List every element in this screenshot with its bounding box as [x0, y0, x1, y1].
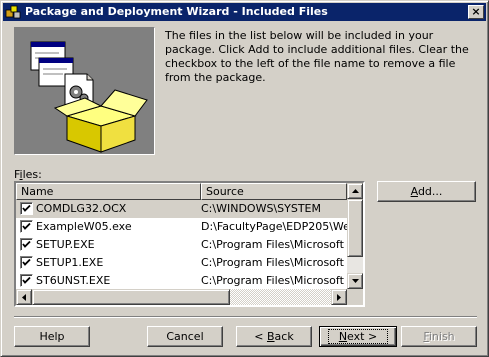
help-button[interactable]: Help: [14, 326, 90, 347]
back-button-label: < Back: [254, 330, 294, 343]
button-separator: [14, 316, 477, 318]
table-row[interactable]: SETUP.EXE C:\Program Files\Microsoft Visu: [16, 236, 347, 254]
scroll-up-button[interactable]: [347, 183, 363, 199]
arrow-left-icon: [22, 294, 26, 301]
close-button[interactable]: ×: [468, 5, 484, 19]
file-source: D:\FacultyPage\EDP205\Week: [201, 220, 347, 233]
file-checkbox[interactable]: [20, 220, 33, 233]
checkmark-icon: [22, 240, 31, 248]
file-source: C:\Program Files\Microsoft Visu: [201, 238, 347, 251]
checkmark-icon: [22, 276, 31, 284]
cancel-button[interactable]: Cancel: [147, 326, 223, 347]
table-row[interactable]: ST6UNST.EXE C:\Program Files\Microsoft Vi…: [16, 272, 347, 290]
scroll-left-button[interactable]: [16, 289, 32, 305]
next-button-label: Next >: [327, 329, 389, 344]
file-checkbox[interactable]: [20, 202, 33, 215]
vertical-scrollbar[interactable]: [347, 183, 363, 289]
close-icon: ×: [471, 5, 481, 18]
arrow-right-icon: [337, 294, 341, 301]
file-checkbox[interactable]: [20, 274, 33, 287]
file-checkbox[interactable]: [20, 256, 33, 269]
files-label: Files:: [14, 168, 42, 181]
scroll-right-button[interactable]: [331, 289, 347, 305]
column-header-name[interactable]: Name: [16, 183, 201, 200]
horizontal-scroll-thumb[interactable]: [32, 289, 230, 305]
wizard-illustration: [14, 27, 155, 155]
file-name: ST6UNST.EXE: [36, 274, 111, 287]
checkmark-icon: [22, 222, 31, 230]
file-name: ExampleW05.exe: [36, 220, 132, 233]
table-row[interactable]: SETUP1.EXE C:\Program Files\Microsoft Vis…: [16, 254, 347, 272]
scrollbar-corner: [347, 289, 363, 305]
add-button[interactable]: Add...: [377, 181, 476, 202]
file-name: SETUP.EXE: [36, 238, 95, 251]
scroll-down-button[interactable]: [347, 273, 363, 289]
finish-button-label: Finish: [423, 330, 455, 343]
file-name: SETUP1.EXE: [36, 256, 104, 269]
checkmark-icon: [22, 204, 31, 212]
files-box-illustration: [30, 41, 148, 153]
arrow-up-icon: [352, 189, 359, 193]
table-row[interactable]: ExampleW05.exe D:\FacultyPage\EDP205\Week: [16, 218, 347, 236]
window-title: Package and Deployment Wizard - Included…: [25, 5, 328, 18]
horizontal-scrollbar[interactable]: [16, 289, 347, 305]
file-source: C:\Program Files\Microsoft Visu: [201, 256, 347, 269]
file-source: C:\Program Files\Microsoft Visu: [201, 274, 347, 287]
vertical-scroll-thumb[interactable]: [347, 199, 363, 257]
arrow-down-icon: [352, 279, 359, 283]
add-button-label: Add...: [410, 185, 443, 198]
wizard-window: Package and Deployment Wizard - Included…: [0, 0, 489, 357]
included-files-list[interactable]: Name Source COMDLG32.OCX C:\WINDOWS\SYSTE…: [14, 181, 365, 307]
instructions-text: The files in the list below will be incl…: [165, 29, 469, 84]
table-row[interactable]: COMDLG32.OCX C:\WINDOWS\SYSTEM: [16, 200, 347, 218]
next-button[interactable]: Next >: [319, 326, 397, 347]
title-bar[interactable]: Package and Deployment Wizard - Included…: [3, 3, 486, 21]
file-source: C:\WINDOWS\SYSTEM: [201, 202, 321, 215]
back-button[interactable]: < Back: [236, 326, 312, 347]
checkmark-icon: [22, 258, 31, 266]
finish-button[interactable]: Finish: [401, 326, 477, 347]
file-checkbox[interactable]: [20, 238, 33, 251]
package-wizard-icon: [5, 5, 21, 19]
file-name: COMDLG32.OCX: [36, 202, 127, 215]
column-header-source[interactable]: Source: [201, 183, 347, 200]
